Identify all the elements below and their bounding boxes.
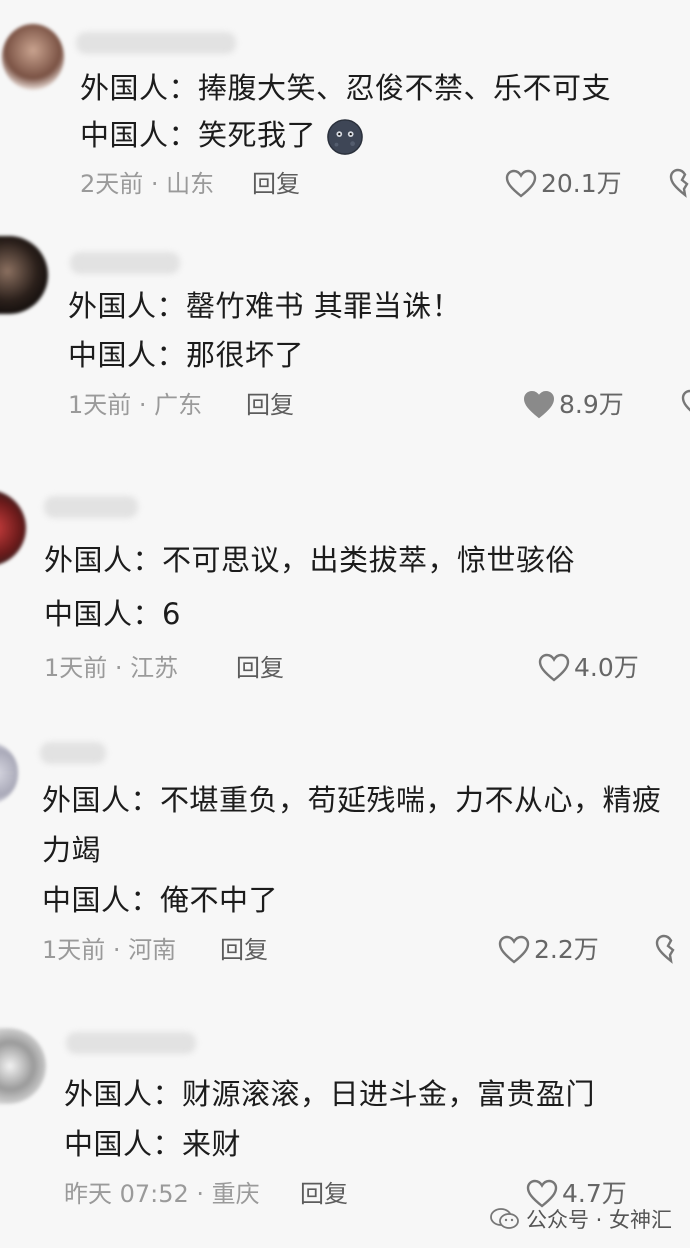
foreign-text: 不可思议，出类拔萃，惊世骇俗	[162, 543, 576, 577]
avatar[interactable]	[0, 742, 18, 804]
reply-button[interactable]: 回复	[246, 389, 294, 421]
chinese-label: 中国人：	[64, 1127, 183, 1161]
like-count: 8.9万	[559, 390, 624, 419]
heart-filled-icon	[523, 390, 555, 419]
foreign-line: 外国人：罄竹难书 其罪当诛！	[68, 286, 461, 326]
chinese-label: 中国人：	[68, 338, 187, 372]
time-location: 2天前 · 山东	[80, 170, 215, 198]
reply-button[interactable]: 回复	[300, 1178, 348, 1210]
chinese-label: 中国人：	[80, 118, 199, 152]
foreign-text: 罄竹难书 其罪当诛！	[186, 289, 462, 323]
avatar[interactable]	[2, 24, 64, 90]
heart-icon	[498, 935, 530, 964]
dislike-icon[interactable]	[668, 168, 690, 198]
foreign-text: 财源滚滚，日进斗金，富贵盈门	[182, 1077, 596, 1111]
heart-icon	[538, 653, 570, 682]
like-button[interactable]: 20.1万	[505, 168, 622, 200]
foreign-line: 外国人：财源滚滚，日进斗金，富贵盈门	[64, 1074, 595, 1114]
username[interactable]	[40, 742, 106, 764]
wechat-icon	[490, 1208, 519, 1229]
avatar[interactable]	[0, 1028, 46, 1104]
watermark-text: 公众号 · 女神汇	[525, 1208, 672, 1232]
like-count: 2.2万	[534, 935, 599, 964]
username[interactable]	[66, 1032, 196, 1054]
foreign-label: 外国人：	[44, 543, 163, 577]
watermark: 公众号 · 女神汇	[490, 1204, 672, 1234]
chinese-label: 中国人：	[44, 597, 163, 631]
chinese-text: 来财	[182, 1127, 242, 1161]
time-location: 1天前 · 江苏	[44, 654, 179, 682]
moon-face-emoji-icon	[326, 119, 363, 155]
username[interactable]	[70, 252, 180, 274]
dislike-icon[interactable]	[654, 934, 688, 964]
chinese-line: 中国人：笑死我了	[80, 115, 364, 156]
foreign-line: 外国人：捧腹大笑、忍俊不禁、乐不可支	[80, 68, 611, 108]
username[interactable]	[76, 32, 236, 54]
reply-button[interactable]: 回复	[252, 168, 300, 200]
chinese-line: 中国人：来财	[64, 1124, 241, 1164]
foreign-text: 捧腹大笑、忍俊不禁、乐不可支	[198, 71, 612, 105]
chinese-line: 中国人：那很坏了	[68, 335, 304, 375]
avatar[interactable]	[0, 490, 26, 566]
reply-button[interactable]: 回复	[236, 652, 284, 684]
like-button[interactable]: 8.9万	[523, 389, 624, 421]
foreign-text-cont: 力竭	[42, 833, 102, 867]
like-button[interactable]: 4.0万	[538, 652, 639, 684]
username[interactable]	[44, 496, 138, 518]
foreign-line-continued: 力竭	[42, 830, 101, 870]
reply-button[interactable]: 回复	[220, 934, 268, 966]
foreign-label: 外国人：	[64, 1077, 183, 1111]
chinese-text: 6	[162, 597, 181, 631]
like-count: 4.0万	[574, 653, 639, 682]
time-location: 昨天 07:52 · 重庆	[64, 1180, 260, 1208]
avatar[interactable]	[0, 236, 48, 314]
chinese-label: 中国人：	[42, 883, 161, 917]
chinese-line: 中国人：6	[44, 594, 181, 634]
foreign-text: 不堪重负，苟延残喘，力不从心，精疲	[160, 783, 662, 817]
heart-icon	[505, 169, 537, 198]
like-count: 20.1万	[541, 169, 622, 198]
dislike-icon[interactable]	[680, 389, 690, 419]
foreign-label: 外国人：	[80, 71, 199, 105]
chinese-text: 那很坏了	[186, 338, 305, 372]
chinese-text: 笑死我了	[198, 118, 317, 152]
foreign-line: 外国人：不堪重负，苟延残喘，力不从心，精疲	[42, 780, 662, 820]
foreign-line: 外国人：不可思议，出类拔萃，惊世骇俗	[44, 540, 575, 580]
like-button[interactable]: 2.2万	[498, 934, 599, 966]
foreign-label: 外国人：	[42, 783, 161, 817]
chinese-line: 中国人：俺不中了	[42, 880, 278, 920]
chinese-text: 俺不中了	[160, 883, 279, 917]
time-location: 1天前 · 河南	[42, 936, 177, 964]
time-location: 1天前 · 广东	[68, 391, 203, 419]
foreign-label: 外国人：	[68, 289, 187, 323]
